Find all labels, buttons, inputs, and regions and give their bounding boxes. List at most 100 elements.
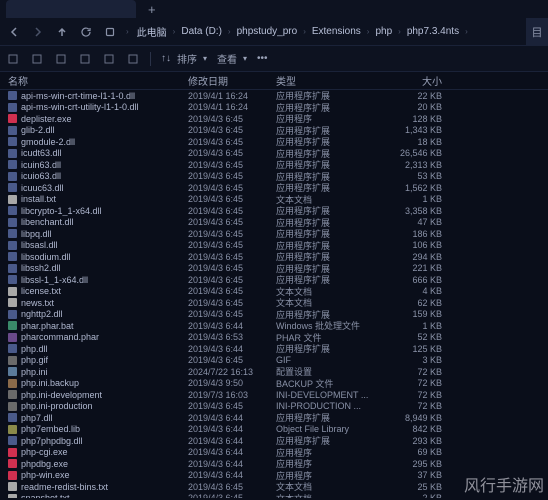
breadcrumb-item[interactable]: Extensions <box>312 26 361 37</box>
file-name: icuin63.dll <box>21 160 61 170</box>
file-row[interactable]: php.ini2024/7/22 16:13配置设置72 KB <box>0 366 548 378</box>
file-list[interactable]: api-ms-win-crt-time-l1-1-0.dll2019/4/1 1… <box>0 90 548 498</box>
file-size: 159 KB <box>386 309 442 319</box>
file-row[interactable]: install.txt2019/4/3 6:45文本文档1 KB <box>0 194 548 206</box>
file-row[interactable]: php-cgi.exe2019/4/3 6:44应用程序69 KB <box>0 447 548 459</box>
file-name: libenchant.dll <box>21 217 74 227</box>
window-tab[interactable] <box>6 0 136 18</box>
refresh-icon[interactable] <box>78 24 94 40</box>
file-row[interactable]: icuuc63.dll2019/4/3 6:45应用程序扩展1,562 KB <box>0 182 548 194</box>
file-date: 2019/4/3 6:45 <box>188 114 276 124</box>
file-name: api-ms-win-crt-time-l1-1-0.dll <box>21 91 135 101</box>
search-toggle[interactable]: 目 <box>526 18 548 46</box>
file-row[interactable]: php.ini-development2019/7/3 16:03INI-DEV… <box>0 389 548 401</box>
back-icon[interactable] <box>6 24 22 40</box>
file-size: 294 KB <box>386 252 442 262</box>
file-row[interactable]: libenchant.dll2019/4/3 6:45应用程序扩展47 KB <box>0 217 548 229</box>
file-type: INI-DEVELOPMENT ... <box>276 390 386 400</box>
new-tab-button[interactable]: + <box>144 2 160 17</box>
home-icon[interactable] <box>102 24 118 40</box>
chevron-down-icon: ▾ <box>203 54 207 63</box>
file-size: 2 KB <box>386 493 442 498</box>
file-row[interactable]: deplister.exe2019/4/3 6:45应用程序128 KB <box>0 113 548 125</box>
file-row[interactable]: php.ini.backup2019/4/3 9:50BACKUP 文件72 K… <box>0 378 548 390</box>
file-name: libssh2.dll <box>21 263 61 273</box>
breadcrumb[interactable]: 此电脑 › Data (D:) › phpstudy_pro › Extensi… <box>137 24 542 39</box>
file-name: pharcommand.phar <box>21 332 99 342</box>
file-size: 18 KB <box>386 137 442 147</box>
view-button[interactable]: 查看 ▾ <box>217 51 247 66</box>
file-row[interactable]: icuio63.dll2019/4/3 6:45应用程序扩展53 KB <box>0 171 548 183</box>
column-date[interactable]: 修改日期 <box>188 73 276 88</box>
paste-icon[interactable] <box>78 52 92 66</box>
file-row[interactable]: libsodium.dll2019/4/3 6:45应用程序扩展294 KB <box>0 251 548 263</box>
file-row[interactable]: php7phpdbg.dll2019/4/3 6:44应用程序扩展293 KB <box>0 435 548 447</box>
file-row[interactable]: phpdbg.exe2019/4/3 6:44应用程序295 KB <box>0 458 548 470</box>
file-size: 8,949 KB <box>386 413 442 423</box>
file-date: 2019/4/3 6:45 <box>188 286 276 296</box>
file-type: Object File Library <box>276 424 386 434</box>
file-row[interactable]: news.txt2019/4/3 6:45文本文档62 KB <box>0 297 548 309</box>
file-row[interactable]: api-ms-win-crt-time-l1-1-0.dll2019/4/1 1… <box>0 90 548 102</box>
file-row[interactable]: libssh2.dll2019/4/3 6:45应用程序扩展221 KB <box>0 263 548 275</box>
file-icon <box>8 114 17 123</box>
file-row[interactable]: php7.dll2019/4/3 6:44应用程序扩展8,949 KB <box>0 412 548 424</box>
up-icon[interactable] <box>54 24 70 40</box>
file-row[interactable]: api-ms-win-crt-utility-l1-1-0.dll2019/4/… <box>0 102 548 114</box>
file-date: 2019/4/3 6:44 <box>188 459 276 469</box>
file-date: 2019/4/3 6:44 <box>188 436 276 446</box>
file-date: 2019/4/3 9:50 <box>188 378 276 388</box>
file-row[interactable]: pharcommand.phar2019/4/3 6:53PHAR 文件52 K… <box>0 332 548 344</box>
file-row[interactable]: license.txt2019/4/3 6:45文本文档4 KB <box>0 286 548 298</box>
file-name: php-cgi.exe <box>21 447 68 457</box>
file-row[interactable]: libpq.dll2019/4/3 6:45应用程序扩展186 KB <box>0 228 548 240</box>
file-row[interactable]: nghttp2.dll2019/4/3 6:45应用程序扩展159 KB <box>0 309 548 321</box>
file-icon <box>8 126 17 135</box>
file-row[interactable]: gmodule-2.dll2019/4/3 6:45应用程序扩展18 KB <box>0 136 548 148</box>
breadcrumb-item[interactable]: Data (D:) <box>181 26 222 37</box>
breadcrumb-item[interactable]: php <box>375 26 392 37</box>
chevron-right-icon: › <box>465 27 468 36</box>
file-row[interactable]: readme-redist-bins.txt2019/4/3 6:45文本文档2… <box>0 481 548 493</box>
navbar: › 此电脑 › Data (D:) › phpstudy_pro › Exten… <box>0 18 548 46</box>
file-row[interactable]: php.gif2019/4/3 6:45GIF3 KB <box>0 355 548 367</box>
column-name[interactable]: 名称 <box>8 73 188 88</box>
new-item-icon[interactable] <box>6 52 20 66</box>
file-icon <box>8 241 17 250</box>
file-icon <box>8 229 17 238</box>
copy-icon[interactable] <box>54 52 68 66</box>
toolbar: ↑↓ 排序 ▾ 查看 ▾ ••• <box>0 46 548 72</box>
forward-icon[interactable] <box>30 24 46 40</box>
file-row[interactable]: php.ini-production2019/4/3 6:45INI-PRODU… <box>0 401 548 413</box>
file-type: GIF <box>276 355 386 365</box>
file-row[interactable]: php7embed.lib2019/4/3 6:44Object File Li… <box>0 424 548 436</box>
delete-icon[interactable] <box>126 52 140 66</box>
file-date: 2019/4/3 6:44 <box>188 470 276 480</box>
file-row[interactable]: php.dll2019/4/3 6:44应用程序扩展125 KB <box>0 343 548 355</box>
file-row[interactable]: phar.phar.bat2019/4/3 6:44Windows 批处理文件1… <box>0 320 548 332</box>
file-name: libcrypto-1_1-x64.dll <box>21 206 102 216</box>
cut-icon[interactable] <box>30 52 44 66</box>
file-size: 3 KB <box>386 355 442 365</box>
file-row[interactable]: libssl-1_1-x64.dll2019/4/3 6:45应用程序扩展666… <box>0 274 548 286</box>
column-type[interactable]: 类型 <box>276 73 386 88</box>
file-icon <box>8 494 17 498</box>
breadcrumb-item[interactable]: 此电脑 <box>137 24 167 39</box>
file-row[interactable]: libcrypto-1_1-x64.dll2019/4/3 6:45应用程序扩展… <box>0 205 548 217</box>
file-row[interactable]: snapshot.txt2019/4/3 6:45文本文档2 KB <box>0 493 548 499</box>
breadcrumb-item[interactable]: php7.3.4nts <box>407 26 459 37</box>
file-row[interactable]: icudt63.dll2019/4/3 6:45应用程序扩展26,546 KB <box>0 148 548 160</box>
file-name: php.gif <box>21 355 48 365</box>
sort-button[interactable]: ↑↓ 排序 ▾ <box>161 51 207 66</box>
more-button[interactable]: ••• <box>257 53 268 64</box>
file-size: 52 KB <box>386 332 442 342</box>
file-row[interactable]: icuin63.dll2019/4/3 6:45应用程序扩展2,313 KB <box>0 159 548 171</box>
rename-icon[interactable] <box>102 52 116 66</box>
file-name: php-win.exe <box>21 470 70 480</box>
file-row[interactable]: glib-2.dll2019/4/3 6:45应用程序扩展1,343 KB <box>0 125 548 137</box>
column-size[interactable]: 大小 <box>386 73 442 88</box>
file-row[interactable]: php-win.exe2019/4/3 6:44应用程序37 KB <box>0 470 548 482</box>
file-row[interactable]: libsasl.dll2019/4/3 6:45应用程序扩展106 KB <box>0 240 548 252</box>
file-date: 2019/4/3 6:44 <box>188 413 276 423</box>
breadcrumb-item[interactable]: phpstudy_pro <box>237 26 298 37</box>
